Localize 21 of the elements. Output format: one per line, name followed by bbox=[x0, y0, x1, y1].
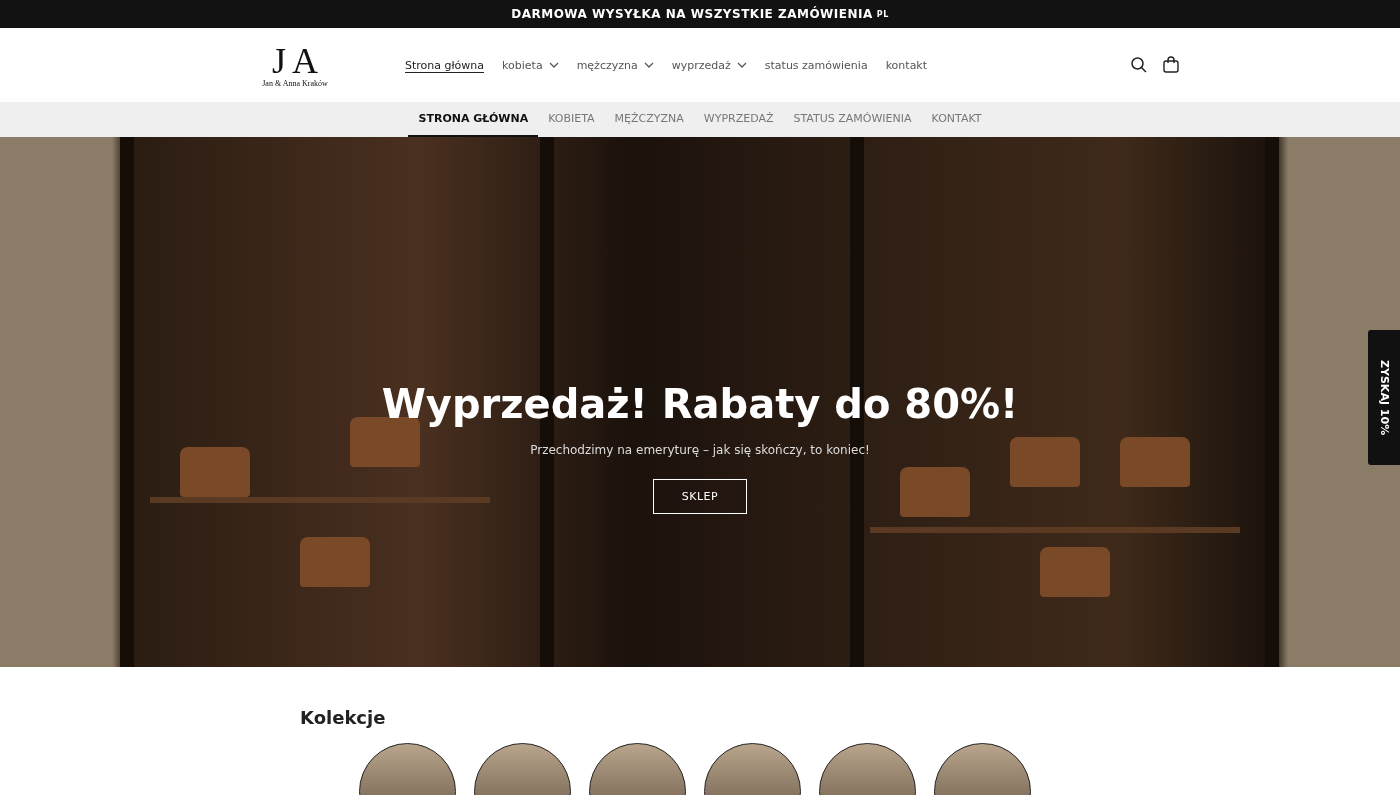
nav-link[interactable]: wyprzedaż bbox=[671, 58, 747, 72]
logo[interactable]: J A Jan & Anna Kraków bbox=[260, 39, 330, 91]
shop-button[interactable]: SKLEP bbox=[652, 478, 748, 514]
section-title: Kolekcje bbox=[300, 707, 387, 728]
country-label: PL bbox=[876, 9, 889, 19]
search-icon[interactable] bbox=[1130, 56, 1148, 74]
nav-link[interactable]: status zamówienia bbox=[764, 58, 868, 72]
menu-tab[interactable]: KOBIETA bbox=[538, 102, 605, 137]
nav-link[interactable]: kontakt bbox=[885, 58, 928, 72]
hero-subtitle: Przechodzimy na emeryturę – jak się skończy, to koniec! bbox=[530, 442, 870, 457]
menu-tab[interactable]: MĘŻCZYZNA bbox=[604, 102, 694, 137]
discount-tab[interactable]: ZYSKAJ 10% bbox=[1368, 330, 1400, 465]
hero-title: Wyprzedaż! Rabaty do 80%! bbox=[381, 380, 1019, 427]
menu-tab[interactable]: WYPRZEDAŻ bbox=[693, 102, 784, 137]
menu-tab[interactable]: KONTAKT bbox=[921, 102, 992, 137]
nav-link[interactable]: Strona główna bbox=[405, 58, 485, 72]
nav-link[interactable]: mężczyzna bbox=[576, 58, 654, 72]
nav-link[interactable]: kobieta bbox=[502, 58, 559, 72]
menu-tab[interactable]: STATUS ZAMÓWIENIA bbox=[783, 102, 922, 137]
announcement-text: DARMOWA WYSYŁKA NA WSZYSTKIE ZAMÓWIENIA bbox=[511, 7, 873, 21]
shopping-bag-icon[interactable] bbox=[1162, 56, 1180, 74]
